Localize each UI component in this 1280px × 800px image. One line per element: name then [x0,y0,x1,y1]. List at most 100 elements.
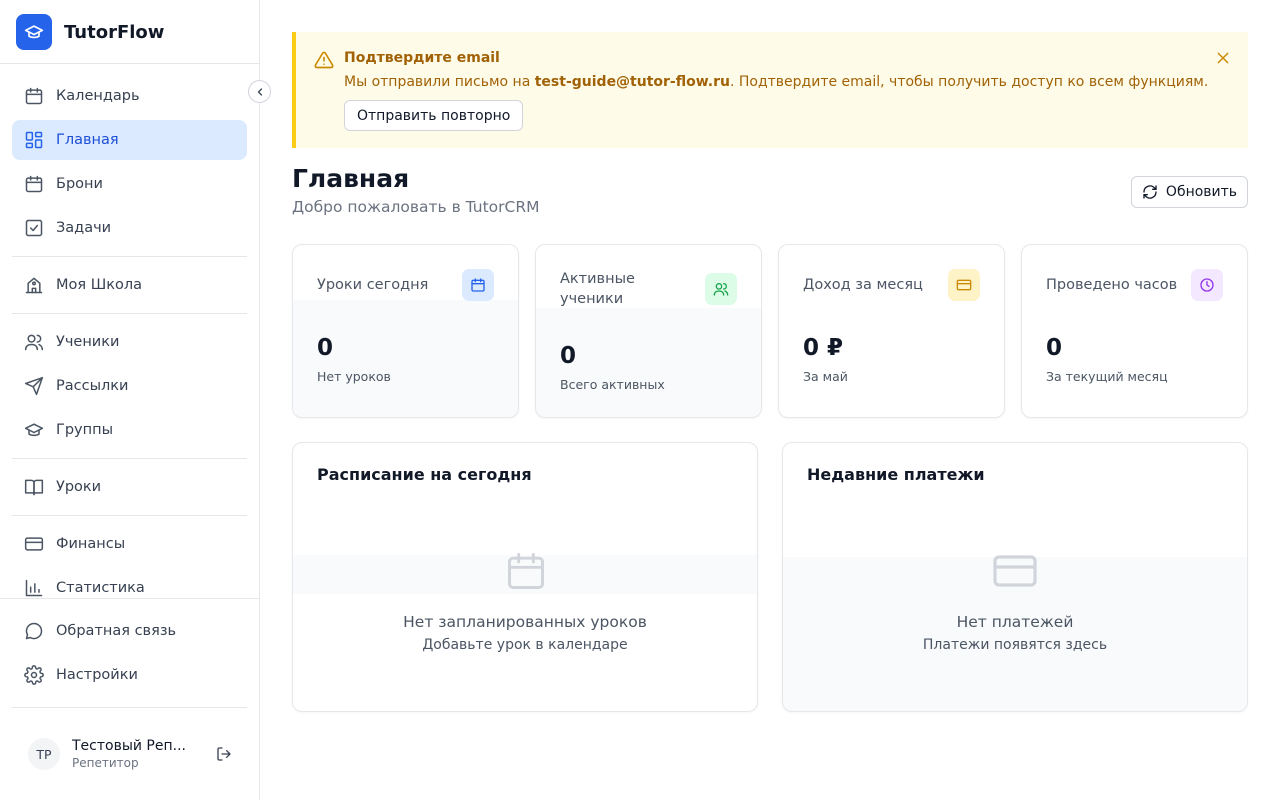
sidebar-separator [12,515,247,516]
stat-desc: Нет уроков [317,369,391,384]
sidebar-item-label: Моя Школа [56,277,143,293]
sidebar-item-home[interactable]: Главная [12,120,247,160]
sidebar-separator [12,707,247,708]
logout-button[interactable] [214,744,234,764]
stat-card-active-students: Активные ученики 0 Всего активных [535,244,762,418]
sidebar-item-tasks[interactable]: Задачи [12,208,247,248]
book-icon [24,477,44,497]
stat-desc: Всего активных [560,377,665,392]
collapse-sidebar-button[interactable] [248,80,271,103]
message-circle-icon [24,621,44,641]
sidebar-item-label: Настройки [56,667,138,683]
empty-state-title: Нет запланированных уроков [403,613,647,631]
user-profile[interactable]: TP Тестовый Реп... Репетитор [28,736,238,772]
user-role: Репетитор [72,756,139,770]
sidebar-separator [12,256,247,257]
sidebar-item-label: Обратная связь [56,623,177,639]
panel-title: Недавние платежи [807,465,985,484]
stat-value: 0 [560,343,577,369]
panel-title: Расписание на сегодня [317,465,532,484]
users-icon [24,332,44,352]
users-icon [705,273,737,305]
stat-value: 0 [1046,335,1063,361]
recent-payments-panel: Недавние платежи Нет платежей Платежи по… [782,442,1248,712]
sidebar-item-label: Статистика [56,580,145,596]
refresh-button[interactable]: Обновить [1131,176,1248,208]
user-name: Тестовый Реп... [72,738,186,754]
gear-icon [24,665,44,685]
stat-card-lessons-today: Уроки сегодня 0 Нет уроков [292,244,519,418]
avatar: TP [28,738,60,770]
warning-icon [314,50,334,74]
alert-title: Подтвердите email [344,50,500,66]
sidebar-item-label: Уроки [56,479,102,495]
empty-state-title: Нет платежей [956,613,1074,631]
sidebar-divider [0,63,259,64]
sidebar-item-label: Финансы [56,536,126,552]
sidebar-item-groups[interactable]: Группы [12,410,247,450]
stat-card-monthly-income: Доход за месяц 0 ₽ За май [778,244,1005,418]
calendar-icon [24,174,44,194]
sidebar-item-lessons[interactable]: Уроки [12,467,247,507]
alert-email: test-guide@tutor-flow.ru [534,74,730,90]
stat-label: Уроки сегодня [317,277,429,293]
sidebar-item-statistics[interactable]: Статистика [12,568,247,608]
stat-desc: За текущий месяц [1046,369,1168,384]
calendar-icon [502,547,550,595]
brand-name: TutorFlow [64,21,165,43]
sidebar-item-label: Главная [56,132,119,148]
sidebar-item-settings[interactable]: Настройки [12,655,247,695]
empty-state-subtitle: Платежи появятся здесь [922,637,1108,653]
sidebar-item-mailings[interactable]: Рассылки [12,366,247,406]
bar-chart-icon [24,578,44,598]
credit-card-icon [24,534,44,554]
stat-desc: За май [803,369,848,384]
schedule-today-panel: Расписание на сегодня Нет запланированны… [292,442,758,712]
graduation-cap-icon [16,14,52,50]
sidebar-item-bookings[interactable]: Брони [12,164,247,204]
calendar-icon [24,86,44,106]
stat-label: Проведено часов [1046,277,1178,293]
close-alert-button[interactable] [1214,49,1232,67]
stat-label: Доход за месяц [803,277,923,293]
sidebar-item-feedback[interactable]: Обратная связь [12,611,247,651]
email-confirm-alert: Подтвердите email Мы отправили письмо на… [292,32,1248,148]
stat-value: 0 ₽ [803,335,844,361]
graduation-cap-icon [24,420,44,440]
credit-card-icon [991,547,1039,595]
credit-card-icon [948,269,980,301]
sidebar-item-label: Задачи [56,220,112,236]
refresh-icon [1143,185,1157,199]
sidebar-item-label: Ученики [56,334,120,350]
empty-state-subtitle: Добавьте урок в календаре [422,637,628,653]
clock-icon [1191,269,1223,301]
dashboard-icon [24,130,44,150]
sidebar-item-label: Рассылки [56,378,129,394]
sidebar-item-finance[interactable]: Финансы [12,524,247,564]
refresh-label: Обновить [1165,184,1238,200]
stat-card-hours-conducted: Проведено часов 0 За текущий месяц [1021,244,1248,418]
alert-text: Мы отправили письмо на test-guide@tutor-… [344,74,1209,90]
calendar-icon [462,269,494,301]
sidebar-separator [12,313,247,314]
page-title: Главная [292,164,410,193]
sidebar-separator [12,458,247,459]
stat-value: 0 [317,335,334,361]
stat-label: Активные ученики [560,271,635,307]
sidebar-item-label: Календарь [56,88,140,104]
sidebar-item-label: Группы [56,422,114,438]
page-subtitle: Добро пожаловать в TutorCRM [292,198,540,216]
sidebar-divider [0,598,259,599]
send-icon [24,376,44,396]
sidebar-item-my-school[interactable]: Моя Школа [12,265,247,305]
resend-email-button[interactable]: Отправить повторно [344,100,524,131]
sidebar: TutorFlow Календарь Главная Брони Задачи… [0,0,271,800]
close-icon [1217,52,1229,64]
sidebar-item-students[interactable]: Ученики [12,322,247,362]
school-icon [24,275,44,295]
chevron-left-icon [257,87,262,96]
sidebar-item-label: Брони [56,176,103,192]
logout-icon [217,747,231,761]
brand[interactable]: TutorFlow [16,14,164,50]
sidebar-item-calendar[interactable]: Календарь [12,76,247,116]
